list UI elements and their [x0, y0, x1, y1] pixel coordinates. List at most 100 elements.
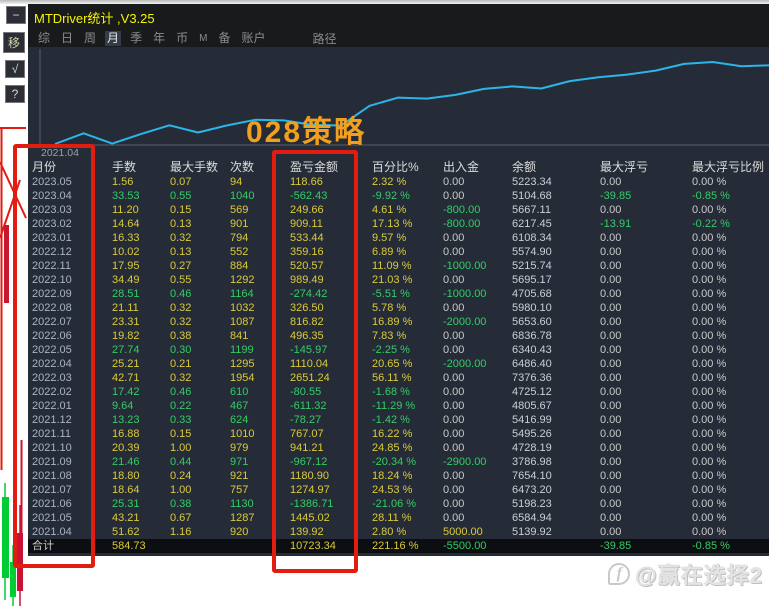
- table-cell: 0.00: [443, 231, 512, 245]
- table-cell: -1.42 %: [372, 413, 443, 427]
- table-cell: 20.65 %: [372, 357, 443, 371]
- table-cell: 5198.23: [512, 497, 600, 511]
- menu-item-综[interactable]: 综: [36, 31, 52, 46]
- table-cell: 0.00: [443, 245, 512, 259]
- table-row[interactable]: 2021.0921.460.44971-967.12-20.34 %-2900.…: [32, 455, 769, 469]
- table-row[interactable]: 2021.0543.210.6712871445.0228.11 %0.0065…: [32, 511, 769, 525]
- table-cell: 0.00 %: [692, 357, 769, 371]
- menu-item-日[interactable]: 日: [59, 31, 75, 46]
- table-cell: 10.02: [112, 245, 170, 259]
- table-cell: 0.00 %: [692, 413, 769, 427]
- table-header-cell: 余额: [512, 159, 600, 175]
- menu-item-月[interactable]: 月: [105, 31, 121, 46]
- table-row[interactable]: 2022.1034.490.551292989.4921.03 %0.00569…: [32, 273, 769, 287]
- menu-bar: 综日周月季年币M备账户 路径: [28, 30, 769, 47]
- table-row[interactable]: 2023.0116.330.32794533.449.57 %0.006108.…: [32, 231, 769, 245]
- table-cell: 6486.40: [512, 357, 600, 371]
- table-row[interactable]: 2022.0928.510.461164-274.42-5.51 %-1000.…: [32, 287, 769, 301]
- menu-item-年[interactable]: 年: [151, 31, 167, 46]
- table-cell: 0.00: [600, 525, 692, 539]
- table-cell: 0.00: [600, 273, 692, 287]
- table-cell: 0.00: [443, 175, 512, 189]
- table-cell: 27.74: [112, 343, 170, 357]
- table-cell: 6836.78: [512, 329, 600, 343]
- table-row[interactable]: 2022.0527.740.301199-145.97-2.25 %0.0063…: [32, 343, 769, 357]
- table-row[interactable]: 2021.1020.391.00979941.2124.85 %0.004728…: [32, 441, 769, 455]
- table-cell: 0.00 %: [692, 385, 769, 399]
- table-cell: 0.21: [170, 357, 230, 371]
- table-row[interactable]: 2023.051.560.0794118.662.32 %0.005223.34…: [32, 175, 769, 189]
- menu-bar-items: 综日周月季年币M备账户: [36, 31, 274, 46]
- table-row[interactable]: 2022.0342.710.3219542651.2456.11 %0.0073…: [32, 371, 769, 385]
- move-button[interactable]: 移: [3, 32, 25, 53]
- table-cell: 0.00: [443, 413, 512, 427]
- table-cell: 5104.68: [512, 189, 600, 203]
- equity-chart-svg: [28, 47, 769, 159]
- table-cell: 0.13: [170, 217, 230, 231]
- table-row[interactable]: 2022.0723.310.321087816.8216.89 %-2000.0…: [32, 315, 769, 329]
- table-row[interactable]: 2023.0433.530.551040-562.43-9.92 %0.0051…: [32, 189, 769, 203]
- table-cell: 7376.36: [512, 371, 600, 385]
- table-cell: 0.00: [443, 329, 512, 343]
- table-row[interactable]: 2022.0425.210.2112951110.0420.65 %-2000.…: [32, 357, 769, 371]
- table-cell: 5574.90: [512, 245, 600, 259]
- table-cell: 0.15: [170, 427, 230, 441]
- table-cell: 0.00: [443, 427, 512, 441]
- table-cell: 0.00 %: [692, 273, 769, 287]
- table-row[interactable]: 2023.0311.200.15569249.664.61 %-800.0056…: [32, 203, 769, 217]
- table-row[interactable]: 2022.0217.420.46610-80.55-1.68 %0.004725…: [32, 385, 769, 399]
- table-cell: 16.33: [112, 231, 170, 245]
- menu-item-M[interactable]: M: [197, 31, 209, 46]
- table-row[interactable]: 2023.0214.640.13901909.1117.13 %-800.006…: [32, 217, 769, 231]
- table-cell: 0.67: [170, 511, 230, 525]
- table-row[interactable]: 2022.0619.820.38841496.357.83 %0.006836.…: [32, 329, 769, 343]
- table-cell: 0.00 %: [692, 511, 769, 525]
- table-row[interactable]: 2022.1210.020.13552359.166.89 %0.005574.…: [32, 245, 769, 259]
- table-cell: 56.11 %: [372, 371, 443, 385]
- menu-item-币[interactable]: 币: [174, 31, 190, 46]
- table-cell: 0.00: [443, 399, 512, 413]
- table-cell: 25.21: [112, 357, 170, 371]
- table-cell: 0.55: [170, 273, 230, 287]
- table-cell: -11.29 %: [372, 399, 443, 413]
- stats-table: 月份手数最大手数次数盈亏金额百分比%出入金余额最大浮亏最大浮亏比例 2023.0…: [28, 159, 769, 553]
- table-cell: 1.00: [170, 483, 230, 497]
- table-cell: 18.80: [112, 469, 170, 483]
- table-cell: 0.00 %: [692, 483, 769, 497]
- table-cell: 1.00: [170, 441, 230, 455]
- table-cell: 0.30: [170, 343, 230, 357]
- title-bar: MTDriver统计 ,V3.25: [28, 4, 769, 30]
- table-cell: 0.00: [600, 259, 692, 273]
- table-row[interactable]: 2022.019.640.22467-611.32-11.29 %0.00480…: [32, 399, 769, 413]
- table-cell: 0.38: [170, 329, 230, 343]
- table-cell: -39.85: [600, 189, 692, 203]
- check-button[interactable]: √: [5, 60, 25, 78]
- menu-item-季[interactable]: 季: [128, 31, 144, 46]
- help-button[interactable]: ?: [5, 85, 25, 103]
- menu-item-账户[interactable]: 账户: [239, 31, 267, 46]
- table-row[interactable]: 2021.1116.880.151010767.0716.22 %0.00549…: [32, 427, 769, 441]
- table-cell: 23.31: [112, 315, 170, 329]
- table-row[interactable]: 2021.1213.230.33624-78.27-1.42 %0.005416…: [32, 413, 769, 427]
- table-cell: 0.00: [600, 315, 692, 329]
- table-row[interactable]: 2021.0451.621.16920139.922.80 %5000.0051…: [32, 525, 769, 539]
- table-cell: 0.00: [443, 189, 512, 203]
- table-cell: 0.00: [600, 287, 692, 301]
- path-button[interactable]: 路径: [312, 30, 336, 47]
- table-cell: 0.07: [170, 175, 230, 189]
- table-row[interactable]: 2022.0821.110.321032326.505.78 %0.005980…: [32, 301, 769, 315]
- table-row[interactable]: 2022.1117.950.27884520.5711.09 %-1000.00…: [32, 259, 769, 273]
- table-row[interactable]: 2021.0718.641.007571274.9724.53 %0.00647…: [32, 483, 769, 497]
- table-cell: 17.42: [112, 385, 170, 399]
- table-header-cell: 出入金: [443, 159, 512, 175]
- table-cell: 4805.67: [512, 399, 600, 413]
- table-cell: 5139.92: [512, 525, 600, 539]
- minimize-button[interactable]: −: [6, 6, 26, 24]
- table-total-row[interactable]: 合计584.7310723.34221.16 %-5500.00-39.85-0…: [28, 539, 769, 553]
- table-cell: 2.32 %: [372, 175, 443, 189]
- table-cell: 6340.43: [512, 343, 600, 357]
- menu-item-周[interactable]: 周: [82, 31, 98, 46]
- table-row[interactable]: 2021.0625.310.381130-1386.71-21.06 %0.00…: [32, 497, 769, 511]
- table-row[interactable]: 2021.0818.800.249211180.9018.24 %0.00765…: [32, 469, 769, 483]
- menu-item-备[interactable]: 备: [216, 31, 232, 46]
